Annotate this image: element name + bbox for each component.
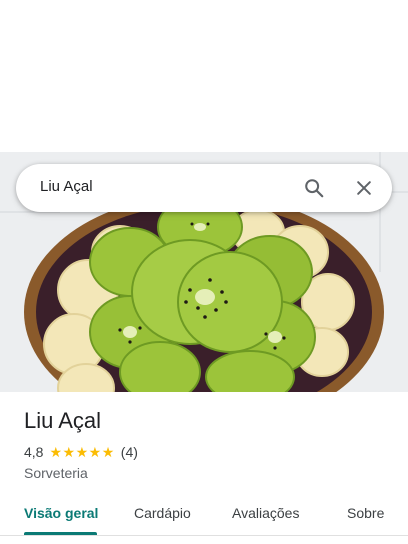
- rating-stars: ★ ★ ★ ★ ★: [49, 445, 114, 459]
- star-icon: ★: [62, 444, 76, 460]
- rating-value: 4,8: [24, 444, 44, 460]
- rating-row[interactable]: 4,8 ★ ★ ★ ★ ★ (4): [24, 444, 138, 460]
- place-tabs: Visão geral Cardápio Avaliações Sobre: [0, 496, 408, 536]
- tab-overview[interactable]: Visão geral: [24, 505, 98, 521]
- tab-menu[interactable]: Cardápio: [134, 505, 191, 521]
- star-icon: ★: [75, 444, 89, 460]
- review-count[interactable]: (4): [121, 444, 138, 460]
- tabs-divider: [0, 535, 408, 536]
- tab-reviews[interactable]: Avaliações: [232, 505, 299, 521]
- search-input[interactable]: Liu Açal: [40, 178, 93, 195]
- star-icon: ★: [88, 444, 102, 460]
- search-icon[interactable]: [300, 174, 328, 202]
- search-bar[interactable]: Liu Açal: [16, 164, 392, 212]
- place-title: Liu Açal: [24, 408, 102, 433]
- place-category[interactable]: Sorveteria: [24, 465, 88, 481]
- close-icon[interactable]: [350, 174, 378, 202]
- map-area-blank: [0, 0, 408, 152]
- tab-about[interactable]: Sobre: [347, 505, 384, 521]
- star-icon: ★: [49, 444, 63, 460]
- star-icon: ★: [101, 444, 115, 460]
